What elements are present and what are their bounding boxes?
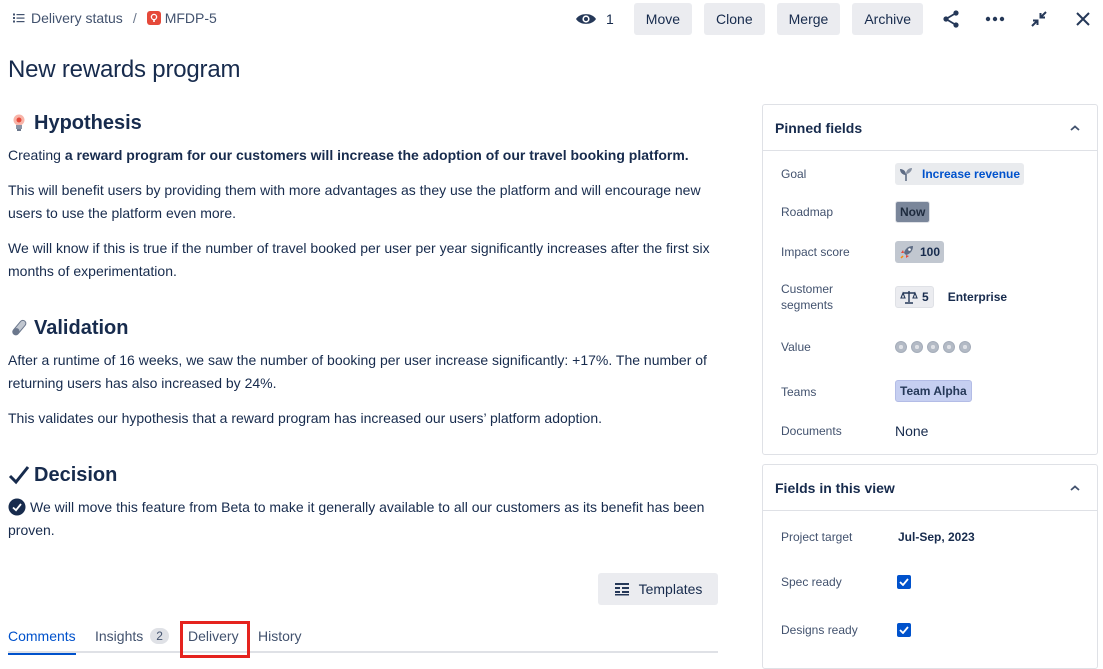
breadcrumb-separator: / — [132, 10, 137, 26]
share-icon[interactable] — [935, 3, 967, 35]
rating-dot-icon[interactable] — [927, 341, 939, 353]
light-bulb-icon — [8, 113, 30, 133]
breadcrumb-view-link[interactable]: Delivery status — [31, 10, 123, 26]
list-icon — [13, 13, 25, 23]
pinned-fields-header[interactable]: Pinned fields — [763, 105, 1097, 151]
delivery-tab-highlight — [180, 621, 250, 658]
sprout-icon — [900, 168, 912, 181]
checkmark-icon — [899, 626, 909, 634]
watch-button[interactable]: 1 — [575, 11, 614, 27]
roadmap-value[interactable]: Now — [895, 201, 931, 223]
rating-dot-icon[interactable] — [943, 341, 955, 353]
breadcrumb-issue-link[interactable]: MFDP-5 — [165, 10, 217, 26]
toolbar: 1 Move Clone Merge Archive — [575, 3, 1103, 35]
hypothesis-paragraph-2: This will benefit users by providing the… — [8, 182, 701, 221]
description[interactable]: Hypothesis Creating a reward program for… — [8, 108, 720, 542]
designs-ready-checkbox[interactable] — [897, 623, 911, 637]
activity-tabs: Comments Insights 2 Delivery History — [8, 623, 718, 655]
templates-button[interactable]: Templates — [598, 573, 718, 605]
tab-insights[interactable]: Insights 2 — [95, 628, 169, 644]
chevron-up-icon[interactable] — [1065, 118, 1085, 138]
top-bar: Delivery status / MFDP-5 1 Move Clone Me… — [0, 0, 1103, 38]
spec-ready-label: Spec ready — [781, 575, 842, 589]
close-icon[interactable] — [1067, 3, 1099, 35]
impact-score-label: Impact score — [781, 245, 850, 259]
rating-dot-icon[interactable] — [959, 341, 971, 353]
view-fields-panel: Fields in this view Project target Jul-S… — [762, 464, 1098, 669]
teams-label: Teams — [781, 385, 817, 399]
move-button[interactable]: Move — [633, 3, 693, 35]
impact-score-value[interactable]: 100 — [895, 241, 945, 263]
hypothesis-paragraph-1: Creating a reward program for our custom… — [8, 147, 689, 163]
chevron-up-icon[interactable] — [1065, 478, 1085, 498]
merge-button[interactable]: Merge — [776, 3, 841, 35]
teams-value[interactable]: Team Alpha — [895, 380, 972, 402]
value-rating[interactable] — [895, 341, 975, 353]
check-circle-icon — [8, 498, 26, 516]
rating-dot-icon[interactable] — [895, 341, 907, 353]
roadmap-label: Roadmap — [781, 205, 834, 219]
tab-comments[interactable]: Comments — [8, 628, 76, 655]
spec-ready-checkbox[interactable] — [897, 575, 911, 589]
goal-label: Goal — [781, 167, 807, 181]
view-fields-header[interactable]: Fields in this view — [763, 465, 1097, 511]
test-tube-icon — [8, 318, 30, 338]
rocket-icon — [900, 246, 913, 259]
page-title[interactable]: New rewards program — [8, 56, 240, 84]
designs-ready-label: Designs ready — [781, 623, 858, 637]
eye-icon — [576, 14, 596, 24]
validation-paragraph-1: After a runtime of 16 weeks, we saw the … — [8, 352, 707, 391]
more-icon[interactable] — [979, 3, 1011, 35]
collapse-icon[interactable] — [1023, 3, 1055, 35]
clone-button[interactable]: Clone — [704, 3, 765, 35]
project-target-value[interactable]: Jul-Sep, 2023 — [898, 530, 975, 544]
documents-label: Documents — [781, 424, 842, 438]
project-target-label: Project target — [781, 530, 853, 544]
idea-icon — [146, 11, 161, 25]
customer-segments-label: Customer segments — [781, 282, 834, 312]
validation-heading: Validation — [8, 313, 720, 343]
goal-value[interactable]: Increase revenue — [895, 163, 1025, 185]
documents-value[interactable]: None — [895, 423, 928, 439]
decision-paragraph-1: We will move this feature from Beta to m… — [8, 498, 705, 538]
watch-count: 1 — [606, 11, 614, 27]
pinned-fields-panel: Pinned fields Goal Increase revenue Road… — [762, 104, 1098, 455]
hypothesis-heading: Hypothesis — [8, 108, 720, 138]
decision-heading: Decision — [8, 460, 720, 490]
template-icon — [614, 583, 629, 596]
rating-dot-icon[interactable] — [911, 341, 923, 353]
tab-history[interactable]: History — [258, 628, 302, 644]
archive-button[interactable]: Archive — [852, 3, 923, 35]
value-label: Value — [781, 340, 811, 354]
customer-segments-value[interactable]: 5 Enterprise — [895, 286, 1007, 308]
check-mark-icon — [8, 465, 30, 485]
insights-count-badge: 2 — [150, 628, 169, 644]
hypothesis-paragraph-3: We will know if this is true if the numb… — [8, 240, 710, 279]
checkmark-icon — [899, 578, 909, 586]
validation-paragraph-2: This validates our hypothesis that a rew… — [8, 410, 603, 426]
breadcrumb: Delivery status / MFDP-5 — [12, 10, 217, 26]
balance-scale-icon — [900, 291, 918, 304]
